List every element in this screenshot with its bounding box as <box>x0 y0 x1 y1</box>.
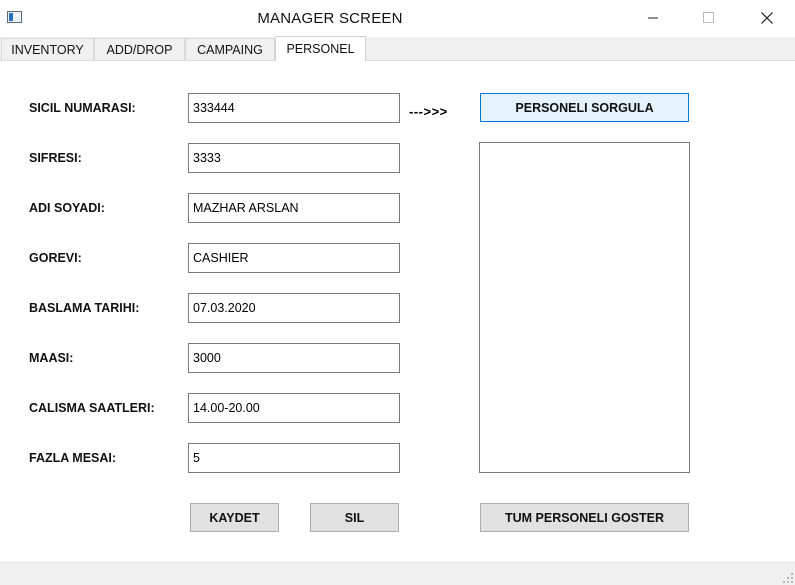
label-baslama-tarihi: BASLAMA TARIHI: <box>29 301 140 315</box>
kaydet-button[interactable]: KAYDET <box>190 503 279 532</box>
maximize-icon <box>703 12 714 23</box>
label-fazla-mesai: FAZLA MESAI: <box>29 451 117 465</box>
close-icon <box>761 12 773 24</box>
title-bar: MANAGER SCREEN <box>0 0 795 36</box>
label-sifresi: SIFRESI: <box>29 151 82 165</box>
label-gorevi: GOREVI: <box>29 251 82 265</box>
personeli-sorgula-button[interactable]: PERSONELI SORGULA <box>480 93 689 122</box>
window-title: MANAGER SCREEN <box>257 10 403 27</box>
tum-personeli-goster-button[interactable]: TUM PERSONELI GOSTER <box>480 503 689 532</box>
status-bar <box>0 561 795 585</box>
calisma-saatleri-field[interactable]: 14.00-20.00 <box>188 393 400 423</box>
maasi-field[interactable]: 3000 <box>188 343 400 373</box>
sicil-numarasi-field[interactable]: 333444 <box>188 93 400 123</box>
label-adi-soyadi: ADI SOYADI: <box>29 201 105 215</box>
label-maasi: MAASI: <box>29 351 74 365</box>
tab-personel[interactable]: PERSONEL <box>275 36 366 61</box>
close-button[interactable] <box>738 0 795 36</box>
label-calisma-saatleri: CALISMA SAATLERI: <box>29 401 155 415</box>
gorevi-field[interactable]: CASHIER <box>188 243 400 273</box>
minimize-icon <box>648 17 658 19</box>
sifresi-field[interactable]: 3333 <box>188 143 400 173</box>
tab-strip: INVENTORY ADD/DROP CAMPAING PERSONEL <box>0 36 795 61</box>
arrow-label: --->>> <box>409 104 448 119</box>
tab-add-drop[interactable]: ADD/DROP <box>94 38 185 60</box>
minimize-button[interactable] <box>624 0 682 36</box>
sil-button[interactable]: SIL <box>310 503 399 532</box>
tab-campaing[interactable]: CAMPAING <box>185 38 275 60</box>
tab-inventory[interactable]: INVENTORY <box>1 38 94 60</box>
adi-soyadi-field[interactable]: MAZHAR ARSLAN <box>188 193 400 223</box>
resize-grip-icon[interactable] <box>783 573 793 583</box>
fazla-mesai-field[interactable]: 5 <box>188 443 400 473</box>
personel-listbox[interactable] <box>479 142 690 473</box>
maximize-button[interactable] <box>680 0 738 36</box>
baslama-tarihi-field[interactable]: 07.03.2020 <box>188 293 400 323</box>
label-sicil-numarasi: SICIL NUMARASI: <box>29 101 136 115</box>
